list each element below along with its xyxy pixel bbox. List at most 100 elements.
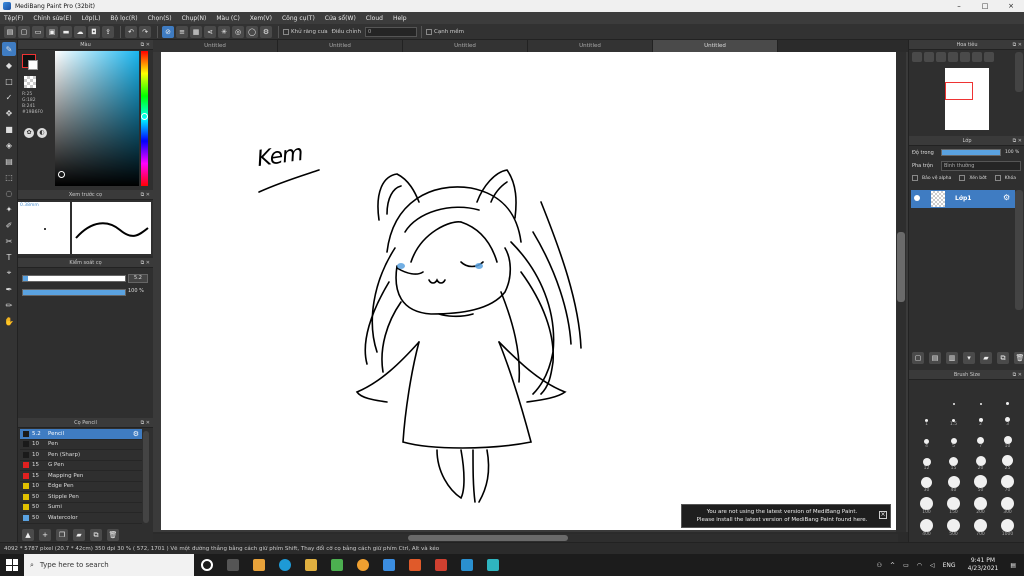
- snap-curve-icon[interactable]: ◯: [246, 25, 258, 38]
- brush-size-option[interactable]: 3: [994, 408, 1021, 427]
- move-tool-icon[interactable]: ✥: [2, 106, 16, 120]
- pen-tool-icon[interactable]: ✎: [2, 42, 16, 56]
- brush-size-value[interactable]: 5.2: [128, 274, 148, 283]
- tab-untitled-1[interactable]: Untitled: [153, 40, 278, 52]
- file-explorer-icon[interactable]: [305, 559, 317, 571]
- new-file-icon[interactable]: ▢: [18, 25, 30, 38]
- volume-icon[interactable]: ◁: [930, 562, 935, 569]
- brush-size-option[interactable]: 1: [913, 408, 940, 427]
- tab-untitled-2[interactable]: Untitled: [278, 40, 403, 52]
- menu-snap[interactable]: Chụp(N): [182, 15, 207, 22]
- update-notice[interactable]: You are not using the latest version of …: [681, 504, 891, 528]
- color-palette-icon[interactable]: ✿: [24, 128, 34, 138]
- hue-handle[interactable]: [141, 113, 148, 120]
- saturation-value-picker[interactable]: [55, 51, 139, 186]
- menu-cloud[interactable]: Cloud: [366, 15, 383, 22]
- brush-size-option[interactable]: 20: [967, 452, 994, 471]
- rectangle-tool-icon[interactable]: □: [2, 74, 16, 88]
- brush-size-option[interactable]: 1.5: [940, 408, 967, 427]
- store-icon[interactable]: [331, 559, 343, 571]
- brush-list-item[interactable]: 15 Mapping Pen: [20, 471, 142, 482]
- share-icon[interactable]: ◘: [88, 25, 100, 38]
- menu-edit[interactable]: Chỉnh sửa(E): [33, 15, 71, 22]
- brush-size-option[interactable]: 50: [967, 474, 994, 493]
- brush-size-slider[interactable]: [22, 275, 126, 282]
- divide-tool-icon[interactable]: ✏: [2, 298, 16, 312]
- layer-visibility-icon[interactable]: [914, 195, 920, 201]
- tray-expand-icon[interactable]: ^: [890, 562, 895, 569]
- rotate-left-icon[interactable]: [960, 52, 970, 62]
- tab-untitled-4[interactable]: Untitled: [528, 40, 653, 52]
- menu-view[interactable]: Xem(V): [250, 15, 272, 22]
- brush-size-option[interactable]: 15: [940, 452, 967, 471]
- minimize-button[interactable]: –: [946, 0, 972, 12]
- layer-folder-icon[interactable]: ▰: [980, 352, 992, 364]
- redo-icon[interactable]: ↷: [139, 25, 151, 38]
- hue-slider[interactable]: [141, 51, 148, 186]
- brush-size-option[interactable]: 70: [994, 474, 1021, 493]
- brush-size-option[interactable]: 100: [913, 496, 940, 515]
- snap-settings-icon[interactable]: ⚙: [260, 25, 272, 38]
- brush-size-option[interactable]: 4: [913, 430, 940, 449]
- brush-size-option[interactable]: [994, 386, 1021, 405]
- brush-size-option[interactable]: 300: [994, 496, 1021, 515]
- menu-file[interactable]: Tệp(F): [4, 15, 23, 22]
- brush-size-option[interactable]: 5: [940, 430, 967, 449]
- medibang-icon[interactable]: [383, 559, 395, 571]
- select-pen-tool-icon[interactable]: ✐: [2, 218, 16, 232]
- lock-checkbox[interactable]: [994, 175, 1001, 181]
- fit-icon[interactable]: [936, 52, 946, 62]
- canvas-vertical-scrollbar[interactable]: [896, 52, 906, 532]
- brush-copy-icon[interactable]: ❐: [56, 529, 68, 541]
- mail-icon[interactable]: [253, 559, 265, 571]
- brush-size-option[interactable]: [913, 386, 940, 405]
- dropper-tool-icon[interactable]: ✒: [2, 282, 16, 296]
- snap-radial-icon[interactable]: ✳: [218, 25, 230, 38]
- brush-list-item[interactable]: 5.2 Pencil ⚙: [20, 429, 142, 440]
- operation-tool-icon[interactable]: ⌖: [2, 266, 16, 280]
- brush-size-option[interactable]: 150: [940, 496, 967, 515]
- upload-icon[interactable]: ⇪: [102, 25, 114, 38]
- save-icon[interactable]: ▣: [46, 25, 58, 38]
- zalo-icon[interactable]: [461, 559, 473, 571]
- zoom-in-icon[interactable]: [924, 52, 934, 62]
- brush-size-option[interactable]: 25: [994, 452, 1021, 471]
- tab-untitled-3[interactable]: Untitled: [403, 40, 528, 52]
- rotate-right-icon[interactable]: [972, 52, 982, 62]
- battery-icon[interactable]: ▭: [903, 562, 909, 569]
- correction-select[interactable]: 0: [365, 26, 417, 37]
- snap-circle-icon[interactable]: ◎: [232, 25, 244, 38]
- snap-parallel-icon[interactable]: ≡: [176, 25, 188, 38]
- taskbar-search[interactable]: ⌕ Type here to search: [24, 554, 194, 576]
- brush-size-option[interactable]: 400: [913, 518, 940, 537]
- brush-settings-icon[interactable]: ⚙: [133, 430, 139, 438]
- brush-delete-icon[interactable]: 🗑: [107, 529, 119, 541]
- layer-scrollbar[interactable]: [1015, 190, 1023, 310]
- undo-icon[interactable]: ↶: [125, 25, 137, 38]
- protect-alpha-checkbox[interactable]: [912, 175, 918, 181]
- antialias-checkbox[interactable]: [283, 28, 289, 35]
- chrome-icon[interactable]: [357, 559, 369, 571]
- brush-up-icon[interactable]: ▲: [22, 529, 34, 541]
- brave-alt-icon[interactable]: [435, 559, 447, 571]
- people-icon[interactable]: ⚇: [877, 562, 882, 569]
- brush-size-option[interactable]: 200: [967, 496, 994, 515]
- language-indicator[interactable]: ENG: [943, 562, 956, 569]
- reset-rotate-icon[interactable]: [984, 52, 994, 62]
- brush-opacity-slider[interactable]: [22, 289, 126, 296]
- menu-tools[interactable]: Công cụ(T): [282, 15, 315, 22]
- menu-select[interactable]: Chọn(S): [148, 15, 172, 22]
- menu-color[interactable]: Màu (C): [216, 15, 239, 22]
- brush-size-option[interactable]: [967, 386, 994, 405]
- layer-settings-icon[interactable]: ⚙: [1003, 193, 1010, 202]
- menu-window[interactable]: Cửa sổ(W): [325, 15, 356, 22]
- layer-delete-icon[interactable]: 🗑: [1014, 352, 1024, 364]
- layer-opacity-slider[interactable]: [941, 149, 1001, 156]
- gradient-tool-icon[interactable]: ▤: [2, 154, 16, 168]
- brush-size-option[interactable]: 700: [967, 518, 994, 537]
- hand-tool-icon[interactable]: ✋: [2, 314, 16, 328]
- task-view-icon[interactable]: [227, 559, 239, 571]
- comment-icon[interactable]: ▬: [60, 25, 72, 38]
- wifi-icon[interactable]: ◠: [917, 562, 922, 569]
- actual-size-icon[interactable]: [948, 52, 958, 62]
